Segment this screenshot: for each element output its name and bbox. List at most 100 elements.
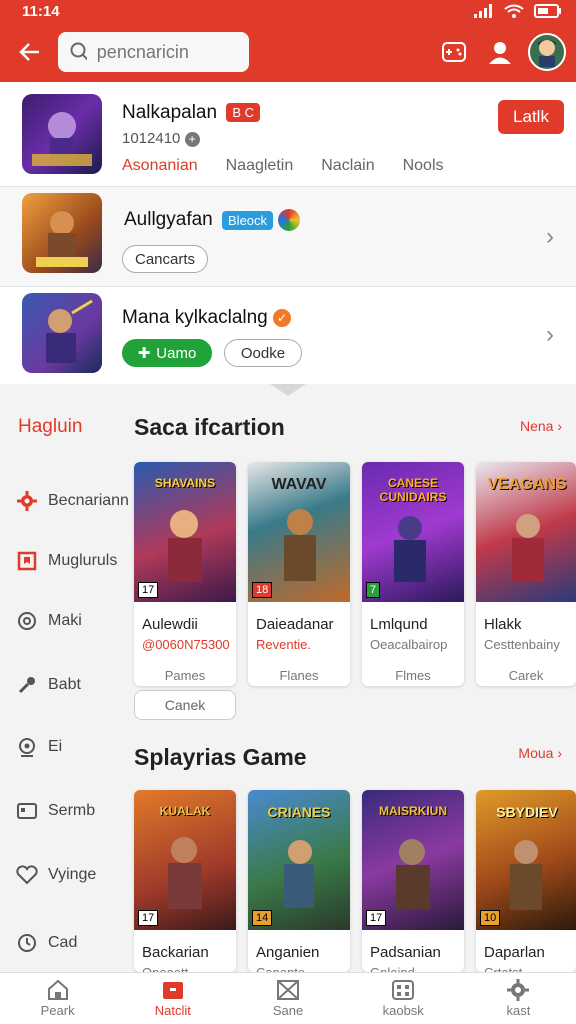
wrench-icon bbox=[16, 674, 38, 696]
nav-item-peark[interactable]: Peark bbox=[0, 973, 115, 1024]
card-title: Padsanian bbox=[370, 944, 441, 961]
game-cover: SBYDIEV 10 bbox=[476, 790, 576, 930]
card-subtitle: Oeacalbairop bbox=[370, 637, 448, 652]
nav-item-kaobsk[interactable]: kaobsk bbox=[346, 973, 461, 1024]
game-card[interactable]: VEAGANS Hlakk Cesttenbainy Carek bbox=[476, 462, 576, 686]
nav-item-sane[interactable]: Sane bbox=[230, 973, 345, 1024]
latlk-button[interactable]: Latlk bbox=[498, 100, 564, 134]
list-item-title: Nalkapalan B C bbox=[122, 102, 261, 124]
age-rating: 7 bbox=[366, 582, 381, 598]
webcam-icon bbox=[16, 736, 38, 758]
home-icon bbox=[47, 979, 68, 1000]
sidebar-item-ei[interactable]: Ei bbox=[16, 736, 62, 758]
gamepad-icon[interactable] bbox=[436, 34, 472, 70]
game-card[interactable]: SHAVAINS 17 Aulewdii @0060N75300 Pames bbox=[134, 462, 236, 686]
sidebar-item-cad[interactable]: Cad bbox=[16, 932, 77, 954]
more-link[interactable]: Nena › bbox=[520, 418, 562, 434]
sidebar-item-sermb[interactable]: Sermb bbox=[16, 800, 95, 822]
search-input[interactable] bbox=[96, 41, 237, 63]
card-subtitle: Cesttenbainy bbox=[484, 637, 560, 652]
card-footer: Flanes bbox=[279, 668, 319, 683]
list-item-title: Aullgyafan Bleock bbox=[124, 209, 301, 231]
tab-asonanian[interactable]: Asonanian bbox=[122, 157, 198, 175]
bookmark-icon bbox=[16, 550, 38, 572]
search-box[interactable] bbox=[58, 32, 249, 72]
sidebar-item-becnariann[interactable]: Becnariann bbox=[16, 490, 129, 512]
sidebar-heading[interactable]: Hagluin bbox=[18, 416, 82, 438]
box-icon bbox=[277, 980, 299, 1000]
grid-icon bbox=[392, 980, 415, 1000]
category-tabs: Asonanian Naagletin Naclain Nools bbox=[122, 157, 472, 175]
game-card[interactable]: SBYDIEV 10 Daparlan Crtatst bbox=[476, 790, 576, 972]
list-item[interactable]: Aullgyafan Bleock Cancarts › bbox=[0, 186, 576, 286]
card-icon bbox=[16, 800, 38, 822]
clock-icon bbox=[16, 932, 38, 954]
list-item-count: 1012410 + bbox=[122, 130, 200, 147]
app-bar: 11:14 bbox=[0, 0, 576, 82]
card-footer: Pames bbox=[164, 668, 206, 683]
card-title: Hlakk bbox=[484, 616, 522, 633]
card-title: Anganien bbox=[256, 944, 320, 961]
age-rating: 17 bbox=[366, 910, 387, 926]
card-title: Lmlqund bbox=[370, 616, 428, 633]
tab-naclain[interactable]: Naclain bbox=[321, 157, 374, 175]
back-arrow-icon[interactable] bbox=[12, 34, 48, 70]
cancarts-button[interactable]: Cancarts bbox=[122, 245, 208, 273]
nav-item-natclit[interactable]: Natclit bbox=[115, 973, 230, 1024]
card-title: Daieadanar bbox=[256, 616, 334, 633]
status-time: 11:14 bbox=[22, 2, 60, 20]
game-card[interactable]: CRIANES 14 Anganien Canante bbox=[248, 790, 350, 972]
sidebar-item-maki[interactable]: Maki bbox=[16, 610, 82, 632]
chevron-right-icon[interactable]: › bbox=[546, 321, 554, 349]
sidebar-item-babt[interactable]: Babt bbox=[16, 674, 81, 696]
section-divider-arrow bbox=[270, 384, 306, 396]
card-title: Backarian bbox=[142, 944, 209, 961]
chevron-right-icon[interactable]: › bbox=[546, 223, 554, 251]
list-item[interactable]: Nalkapalan B C 1012410 + Asonanian Naagl… bbox=[0, 82, 576, 186]
nav-item-kast[interactable]: kast bbox=[461, 973, 576, 1024]
sidebar-item-vyinge[interactable]: Vyinge bbox=[16, 864, 96, 886]
gear-icon bbox=[16, 490, 38, 512]
status-badge: B C bbox=[226, 103, 261, 123]
battery-icon bbox=[534, 4, 561, 18]
oodke-button[interactable]: Oodke bbox=[224, 339, 302, 367]
puzzle-icon: ✚ bbox=[137, 345, 151, 362]
category-sidebar: Hagluin Becnariann Mugluruls Maki Babt E… bbox=[0, 384, 129, 972]
verified-icon: ✓ bbox=[273, 308, 292, 327]
section-title: Splayrias Game bbox=[134, 744, 307, 770]
store-icon bbox=[162, 982, 183, 999]
search-icon bbox=[70, 42, 87, 61]
canek-button[interactable]: Canek bbox=[134, 690, 236, 720]
game-card[interactable]: KUALAK 17 Backarian Onooott bbox=[134, 790, 236, 972]
sidebar-item-mugluruls[interactable]: Mugluruls bbox=[16, 550, 117, 572]
game-thumbnail bbox=[22, 94, 102, 174]
game-cover: VEAGANS bbox=[476, 462, 576, 602]
card-footer: Flmes bbox=[395, 668, 431, 683]
game-card[interactable]: WAVAV 18 Daieadanar Reventie. Flanes bbox=[248, 462, 350, 686]
card-subtitle: @0060N75300 bbox=[142, 637, 230, 652]
profile-icon[interactable] bbox=[482, 34, 518, 70]
card-subtitle: Crtatst bbox=[476, 961, 576, 972]
card-subtitle: Gnlaind bbox=[362, 961, 464, 972]
toolbar bbox=[0, 22, 576, 82]
status-badge: Bleock bbox=[222, 210, 274, 230]
status-bar: 11:14 bbox=[0, 0, 576, 22]
list-item-title: Mana kylkaclalng ✓ bbox=[122, 307, 292, 329]
tab-naagletin[interactable]: Naagletin bbox=[226, 157, 294, 175]
tab-nools[interactable]: Nools bbox=[403, 157, 444, 175]
list-item[interactable]: Mana kylkaclalng ✓ ✚ Uamo Oodke › bbox=[0, 286, 576, 384]
card-subtitle: Canante bbox=[248, 961, 350, 972]
avatar[interactable] bbox=[528, 33, 566, 71]
age-rating: 17 bbox=[138, 582, 159, 598]
card-title: Aulewdii bbox=[142, 616, 198, 633]
game-cover: WAVAV 18 bbox=[248, 462, 350, 602]
game-card[interactable]: MAISRKIUN 17 Padsanian Gnlaind bbox=[362, 790, 464, 972]
uamo-button[interactable]: ✚ Uamo bbox=[122, 339, 212, 367]
game-card[interactable]: CANESE CUNIDAIRS 7 Lmlqund Oeacalbairop … bbox=[362, 462, 464, 686]
bottom-nav: Peark Natclit Sane kaobsk kast bbox=[0, 972, 576, 1024]
game-cover: KUALAK 17 bbox=[134, 790, 236, 930]
game-thumbnail bbox=[22, 293, 102, 373]
plus-icon: + bbox=[184, 132, 200, 147]
card-title: Daparlan bbox=[484, 944, 545, 961]
more-link[interactable]: Moua › bbox=[518, 745, 562, 761]
